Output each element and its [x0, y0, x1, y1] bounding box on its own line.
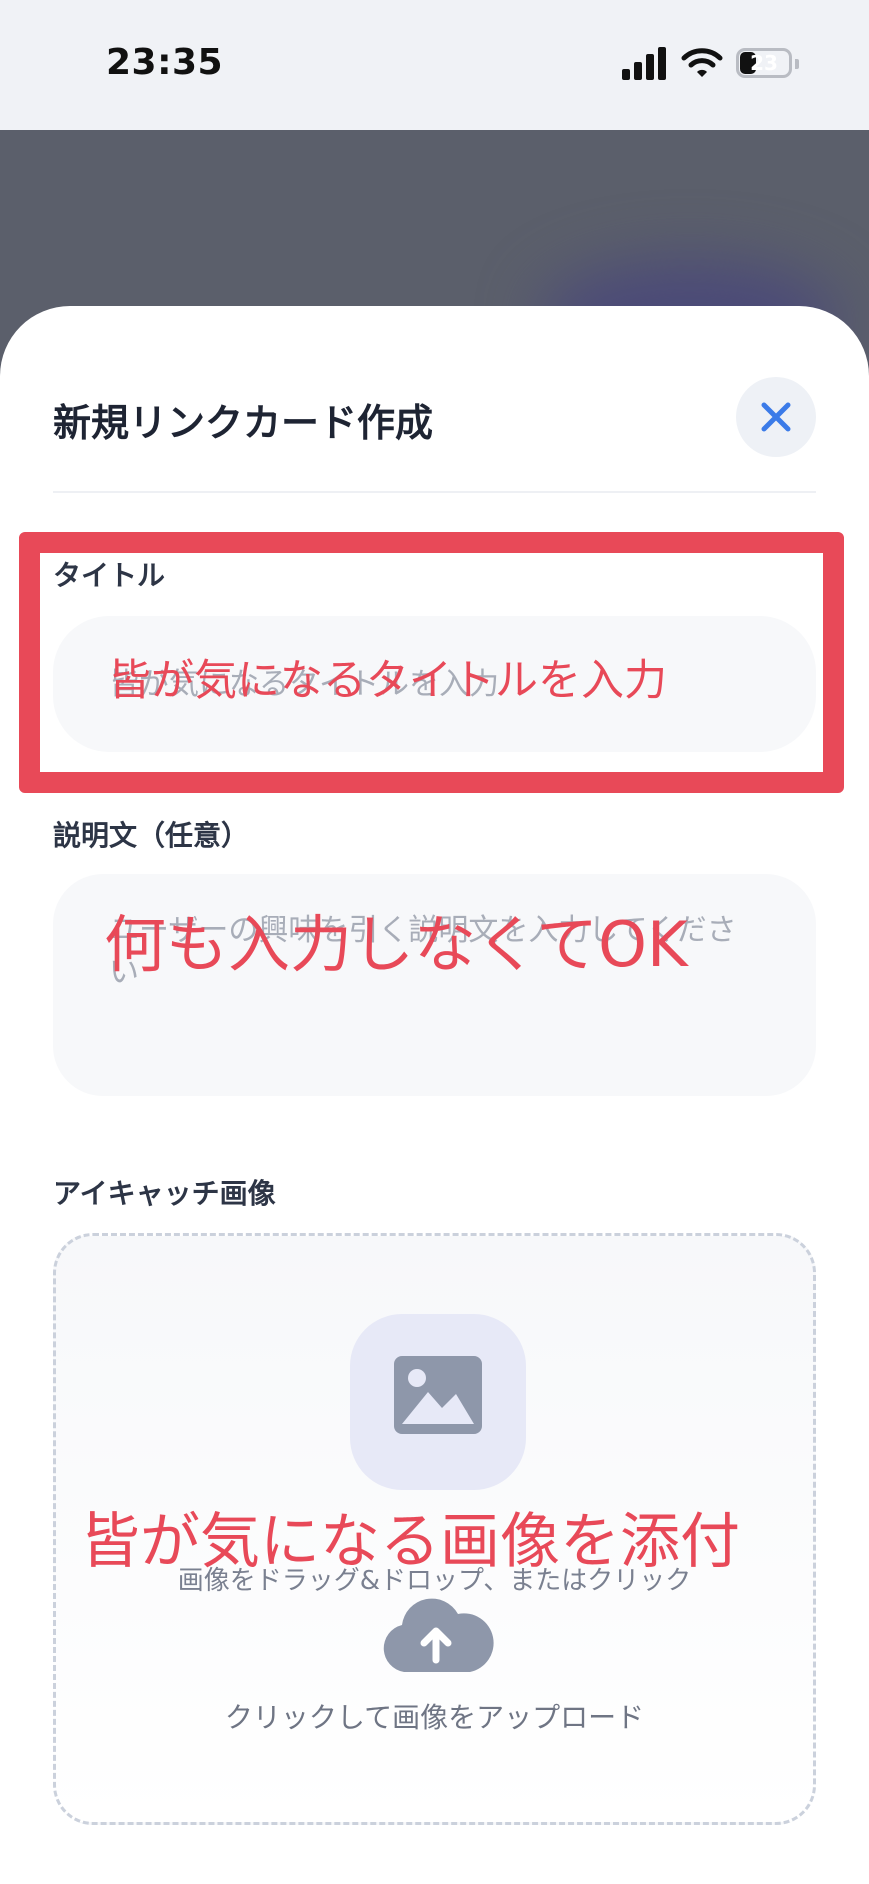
- sheet-title: 新規リンクカード作成: [53, 401, 434, 445]
- annotation-image: 皆が気になる画像を添付: [80, 1507, 740, 1577]
- image-icon: [394, 1356, 482, 1434]
- cellular-signal-icon: [622, 46, 668, 80]
- annotation-description: 何も入力しなくてOK: [104, 908, 688, 981]
- battery-icon: 23: [736, 48, 792, 78]
- status-time: 23:35: [106, 42, 224, 83]
- image-placeholder-tile: [350, 1314, 526, 1490]
- battery-level: 23: [750, 51, 778, 75]
- cloud-upload-icon[interactable]: [378, 1592, 494, 1678]
- description-label: 説明文（任意）: [53, 819, 250, 852]
- eyecatch-image-label: アイキャッチ画像: [53, 1177, 276, 1210]
- status-bar: 23:35 23: [0, 0, 869, 130]
- header-divider: [53, 491, 816, 493]
- annotation-title: 皆が気になるタイトルを入力: [108, 656, 667, 706]
- click-upload-text: クリックして画像をアップロード: [224, 1701, 645, 1734]
- wifi-icon: [681, 48, 723, 77]
- close-icon: [761, 402, 791, 432]
- close-button[interactable]: [736, 377, 816, 457]
- battery-cap: [795, 59, 799, 69]
